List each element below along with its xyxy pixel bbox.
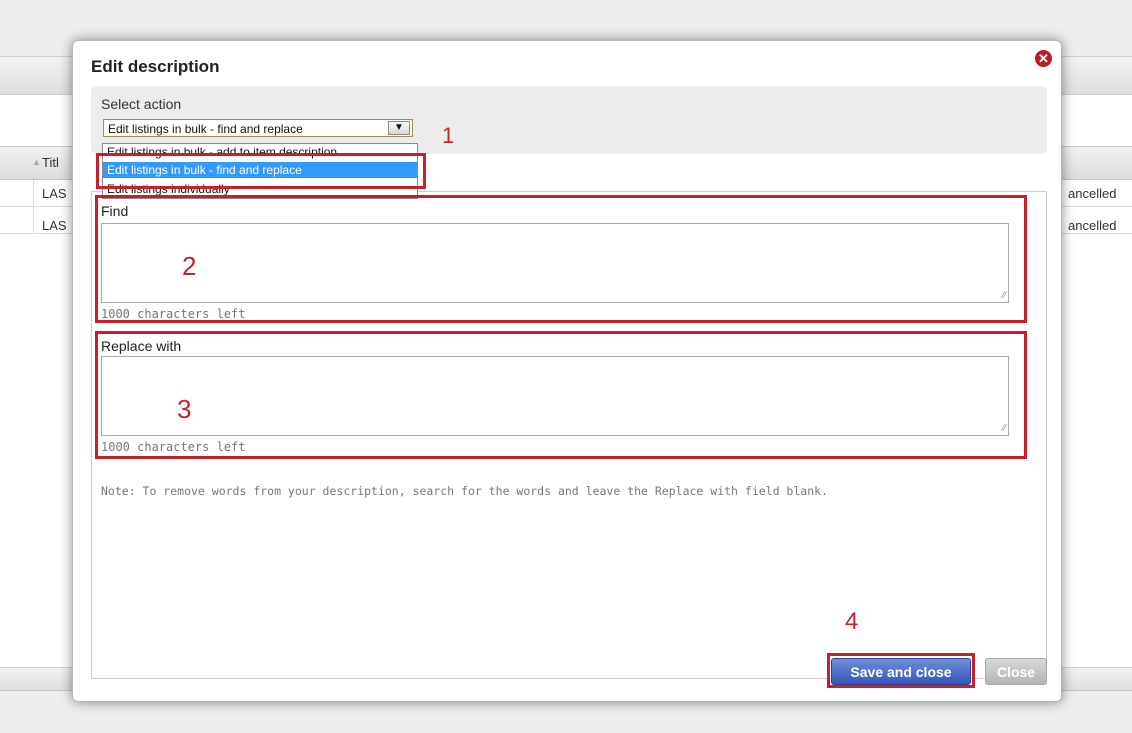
- title-column-header[interactable]: Titl: [42, 155, 59, 170]
- annotation-box-2: [95, 195, 1027, 323]
- column-divider: [33, 180, 34, 234]
- annotation-number-2: 2: [182, 251, 197, 281]
- row-1-title: LAS: [42, 186, 67, 201]
- annotation-box-1: [96, 153, 426, 189]
- annotation-number-4: 4: [845, 608, 859, 635]
- annotation-number-3: 3: [177, 394, 192, 424]
- annotation-box-4: [827, 653, 975, 688]
- annotation-box-3: [95, 331, 1027, 459]
- action-select[interactable]: Edit listings in bulk - find and replace…: [103, 119, 413, 137]
- sort-icon[interactable]: ▲: [32, 157, 41, 167]
- row-1-status: ancelled: [1068, 186, 1117, 201]
- select-action-label: Select action: [101, 96, 182, 112]
- dialog-title: Edit description: [91, 57, 220, 76]
- close-button[interactable]: Close: [985, 658, 1047, 685]
- annotation-number-1: 1: [442, 123, 455, 148]
- close-icon[interactable]: ✕: [1035, 50, 1052, 67]
- row-2-status: ancelled: [1068, 218, 1117, 233]
- note-text: Note: To remove words from your descript…: [101, 484, 828, 498]
- chevron-down-icon[interactable]: ▼: [388, 121, 410, 135]
- row-2-title: LAS: [42, 218, 67, 233]
- select-value: Edit listings in bulk - find and replace: [108, 122, 303, 136]
